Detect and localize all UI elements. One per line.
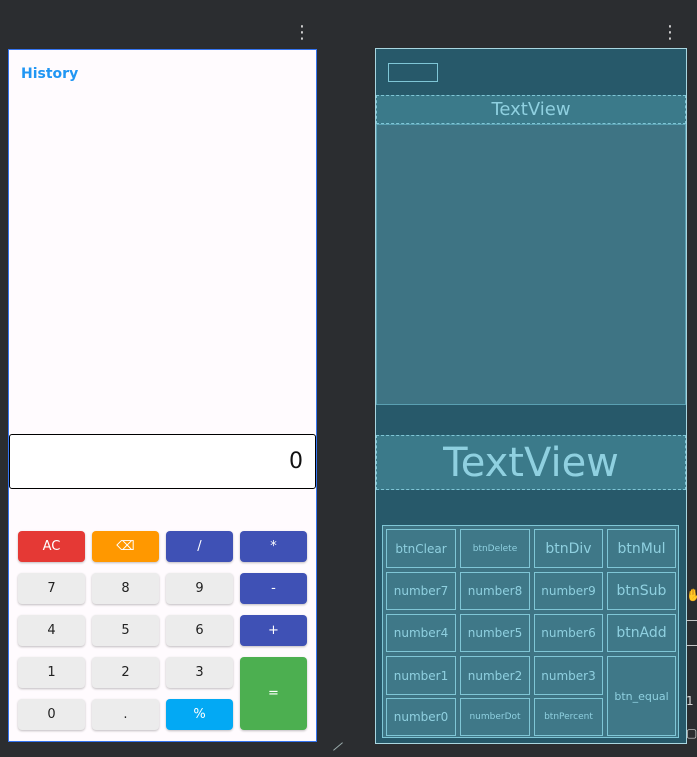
bp-number0[interactable]: number0 [386, 698, 456, 736]
bp-number7[interactable]: number7 [386, 572, 456, 610]
bp-number5[interactable]: number5 [460, 614, 530, 652]
bp-btn-equal[interactable]: btn_equal [607, 656, 676, 736]
blueprint-preview[interactable]: TextView TextView btnClear btnDelete btn… [375, 48, 687, 744]
number3-button[interactable]: 3 [166, 657, 233, 688]
bp-number2[interactable]: number2 [460, 656, 530, 695]
blueprint-toolbar-box[interactable] [388, 63, 438, 82]
btn-mul[interactable]: * [240, 531, 307, 562]
bp-btnSub[interactable]: btnSub [607, 572, 676, 610]
number6-button[interactable]: 6 [166, 615, 233, 646]
bp-number9[interactable]: number9 [534, 572, 603, 610]
fit-screen-icon[interactable]: ▢ [686, 726, 697, 740]
result-display: 0 [9, 434, 316, 489]
btn-sub[interactable]: - [240, 573, 307, 604]
bp-btnPercent[interactable]: btnPercent [534, 698, 603, 736]
blueprint-menu-icon[interactable]: ⋮ [661, 24, 679, 42]
bp-btnAdd[interactable]: btnAdd [607, 614, 676, 652]
bp-btnClear[interactable]: btnClear [386, 529, 456, 568]
bp-btnMul[interactable]: btnMul [607, 529, 676, 568]
bp-number3[interactable]: number3 [534, 656, 603, 695]
history-label: History [21, 66, 79, 82]
bp-btnDiv[interactable]: btnDiv [534, 529, 603, 568]
number7-button[interactable]: 7 [18, 573, 85, 604]
number-dot-button[interactable]: . [92, 699, 159, 730]
btn-div[interactable]: / [166, 531, 233, 562]
number1-button[interactable]: 1 [18, 657, 85, 688]
number2-button[interactable]: 2 [92, 657, 159, 688]
btn-add[interactable]: + [240, 615, 307, 646]
btn-clear[interactable]: AC [18, 531, 85, 562]
btn-equal[interactable]: = [240, 657, 307, 730]
zoom-level: 1 [686, 694, 694, 708]
zoom-out-icon[interactable]: — [686, 638, 697, 652]
resize-handle-icon[interactable] [333, 742, 343, 751]
bp-number6[interactable]: number6 [534, 614, 603, 652]
bp-number1[interactable]: number1 [386, 656, 456, 695]
zoom-in-icon[interactable]: — [686, 613, 697, 627]
number9-button[interactable]: 9 [166, 573, 233, 604]
blueprint-button-grid[interactable]: btnClear btnDelete btnDiv btnMul number7… [382, 525, 679, 738]
number5-button[interactable]: 5 [92, 615, 159, 646]
btn-delete[interactable]: ⌫ [92, 531, 159, 562]
bp-number4[interactable]: number4 [386, 614, 456, 652]
blueprint-history-scroll[interactable] [376, 124, 686, 405]
bp-btnDelete[interactable]: btnDelete [460, 529, 530, 568]
number4-button[interactable]: 4 [18, 615, 85, 646]
bp-numberDot[interactable]: numberDot [460, 698, 530, 736]
number0-button[interactable]: 0 [18, 699, 85, 730]
zoom-toolbar[interactable]: ✋ — — 1 ▢ [684, 578, 697, 748]
pan-icon[interactable]: ✋ [686, 588, 697, 602]
number8-button[interactable]: 8 [92, 573, 159, 604]
blueprint-result-textview[interactable]: TextView [376, 435, 686, 490]
design-menu-icon[interactable]: ⋮ [293, 24, 311, 42]
bp-number8[interactable]: number8 [460, 572, 530, 610]
blueprint-history-textview[interactable]: TextView [376, 95, 686, 124]
btn-percent[interactable]: % [166, 699, 233, 730]
design-preview[interactable]: History 0 AC ⌫ / * 7 8 9 - 4 5 6 + 1 2 3… [8, 49, 317, 742]
